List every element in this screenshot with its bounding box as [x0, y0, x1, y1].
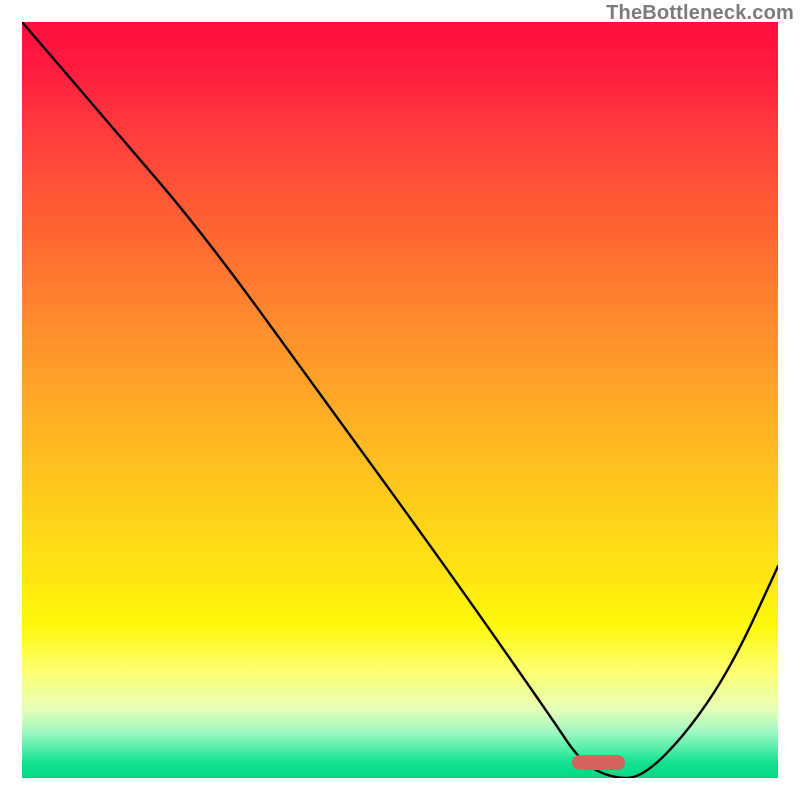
curve-overlay [22, 22, 778, 778]
chart-container: TheBottleneck.com [0, 0, 800, 800]
optimum-marker [572, 755, 625, 770]
bottleneck-curve-path [22, 22, 778, 778]
attribution-label: TheBottleneck.com [606, 2, 794, 25]
plot-area [22, 22, 778, 778]
